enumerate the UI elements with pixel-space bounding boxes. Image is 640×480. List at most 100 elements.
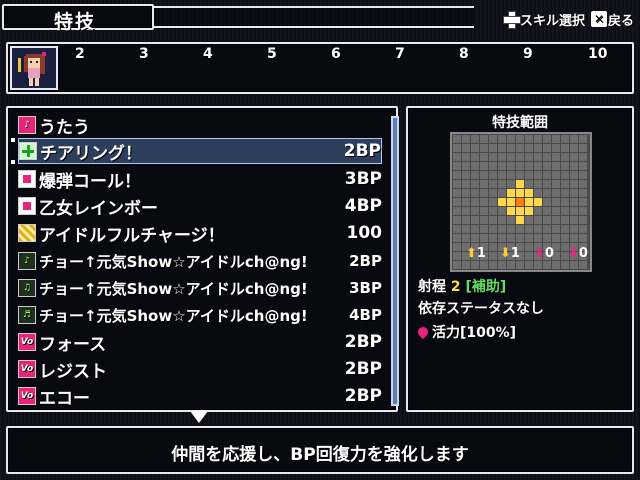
music-note-icon: ♪ xyxy=(18,252,36,270)
range-cell xyxy=(507,153,515,161)
skill-row[interactable]: アイドルフルチャージ！ 100 xyxy=(18,220,382,246)
range-cell xyxy=(543,171,551,179)
range-cell xyxy=(570,216,578,224)
party-member-1[interactable] xyxy=(10,46,58,90)
skill-list: ♪ うたう チアリング！ 2BP 爆弾コール！ 3BP 乙女レインボー 4BP … xyxy=(6,106,399,412)
range-title: 特技範囲 xyxy=(492,115,548,131)
range-cell xyxy=(534,216,542,224)
range-cell xyxy=(462,198,470,206)
skill-name: うたう xyxy=(39,117,90,138)
range-cell xyxy=(480,207,488,215)
party-slot-7[interactable]: 7 xyxy=(395,46,405,62)
range-cell-active xyxy=(516,189,524,197)
range-cell xyxy=(579,198,587,206)
party-slot-9[interactable]: 9 xyxy=(523,46,533,62)
range-cell xyxy=(543,144,551,152)
party-slot-2[interactable]: 2 xyxy=(75,46,85,62)
range-cell xyxy=(552,162,560,170)
range-cell xyxy=(561,144,569,152)
skill-row[interactable]: ♪ チョー↑元気Show☆アイドルch@ng! 2BP xyxy=(18,248,382,274)
range-cell xyxy=(525,162,533,170)
skill-name: チョー↑元気Show☆アイドルch@ng! xyxy=(39,306,308,325)
party-slot-6[interactable]: 6 xyxy=(331,46,341,62)
selection-cursor-corner xyxy=(11,138,15,142)
range-cell xyxy=(525,216,533,224)
skill-name: チョー↑元気Show☆アイドルch@ng! xyxy=(39,252,308,271)
range-cell xyxy=(534,153,542,161)
range-cell xyxy=(471,189,479,197)
range-cell xyxy=(489,162,497,170)
range-cell xyxy=(570,135,578,143)
range-cell xyxy=(552,225,560,233)
x-key-icon: ✕ xyxy=(590,11,607,27)
range-cell xyxy=(543,180,551,188)
range-cell xyxy=(570,144,578,152)
range-cell xyxy=(552,234,560,242)
range-info: 射程 2 [補助] xyxy=(418,276,506,296)
title-strip xyxy=(154,6,474,28)
range-cell xyxy=(561,180,569,188)
skill-name: フォース xyxy=(39,334,107,355)
range-cell xyxy=(561,234,569,242)
skill-bp: 3BP xyxy=(349,279,382,297)
range-cell xyxy=(579,162,587,170)
range-cell xyxy=(570,234,578,242)
range-cell xyxy=(534,180,542,188)
range-cell xyxy=(489,153,497,161)
range-cell xyxy=(498,144,506,152)
range-cell xyxy=(462,171,470,179)
page-title: 特技 xyxy=(54,11,97,33)
skill-row[interactable]: Vo フォース 2BP xyxy=(18,329,382,355)
range-cell xyxy=(525,135,533,143)
scrollbar[interactable] xyxy=(391,116,399,406)
skill-row-selected[interactable]: チアリング！ 2BP xyxy=(18,138,382,164)
range-cell xyxy=(453,243,461,251)
party-bar: 2 3 4 5 6 7 8 9 10 xyxy=(6,42,634,94)
range-cell xyxy=(507,180,515,188)
range-cell xyxy=(498,216,506,224)
scroll-down-arrow-icon[interactable] xyxy=(190,411,208,423)
range-cell xyxy=(561,162,569,170)
range-cell-active xyxy=(525,198,533,206)
range-cell xyxy=(471,225,479,233)
range-cell xyxy=(552,180,560,188)
vo-icon: Vo xyxy=(18,360,36,378)
scrollbar-thumb[interactable] xyxy=(393,118,397,404)
skill-bp: 2BP xyxy=(344,332,382,352)
range-cell xyxy=(543,153,551,161)
range-cell xyxy=(462,225,470,233)
range-cell xyxy=(453,144,461,152)
stat-down-2: ⬇0 xyxy=(568,246,588,261)
controls-hint: スキル選択 ✕ 戻る xyxy=(502,8,634,30)
range-cell xyxy=(552,171,560,179)
range-cell-active xyxy=(534,198,542,206)
skill-row[interactable]: Vo エコー 2BP xyxy=(18,383,382,409)
skill-row[interactable]: ♪ うたう xyxy=(18,112,382,138)
skill-row[interactable]: 爆弾コール！ 3BP xyxy=(18,166,382,192)
range-cell xyxy=(480,216,488,224)
skill-row[interactable]: 乙女レインボー 4BP xyxy=(18,193,382,219)
range-cell xyxy=(552,144,560,152)
range-cell xyxy=(480,198,488,206)
range-cell xyxy=(480,225,488,233)
skill-row[interactable]: ♬ チョー↑元気Show☆アイドルch@ng! 4BP xyxy=(18,302,382,328)
party-slot-8[interactable]: 8 xyxy=(459,46,469,62)
range-cell xyxy=(543,207,551,215)
range-cell xyxy=(471,153,479,161)
party-slot-4[interactable]: 4 xyxy=(203,46,213,62)
range-cell xyxy=(462,234,470,242)
party-slot-5[interactable]: 5 xyxy=(267,46,277,62)
range-cell xyxy=(507,225,515,233)
range-cell xyxy=(480,234,488,242)
skill-row[interactable]: ♫ チョー↑元気Show☆アイドルch@ng! 3BP xyxy=(18,275,382,301)
range-cell xyxy=(498,162,506,170)
party-slot-3[interactable]: 3 xyxy=(139,46,149,62)
range-cell xyxy=(453,189,461,197)
range-cell xyxy=(453,198,461,206)
range-cell xyxy=(534,234,542,242)
range-cell xyxy=(507,135,515,143)
skill-row[interactable]: Vo レジスト 2BP xyxy=(18,356,382,382)
back-label[interactable]: 戻る xyxy=(608,10,634,29)
party-slot-10[interactable]: 10 xyxy=(588,46,607,62)
title-panel: 特技 xyxy=(2,4,154,33)
